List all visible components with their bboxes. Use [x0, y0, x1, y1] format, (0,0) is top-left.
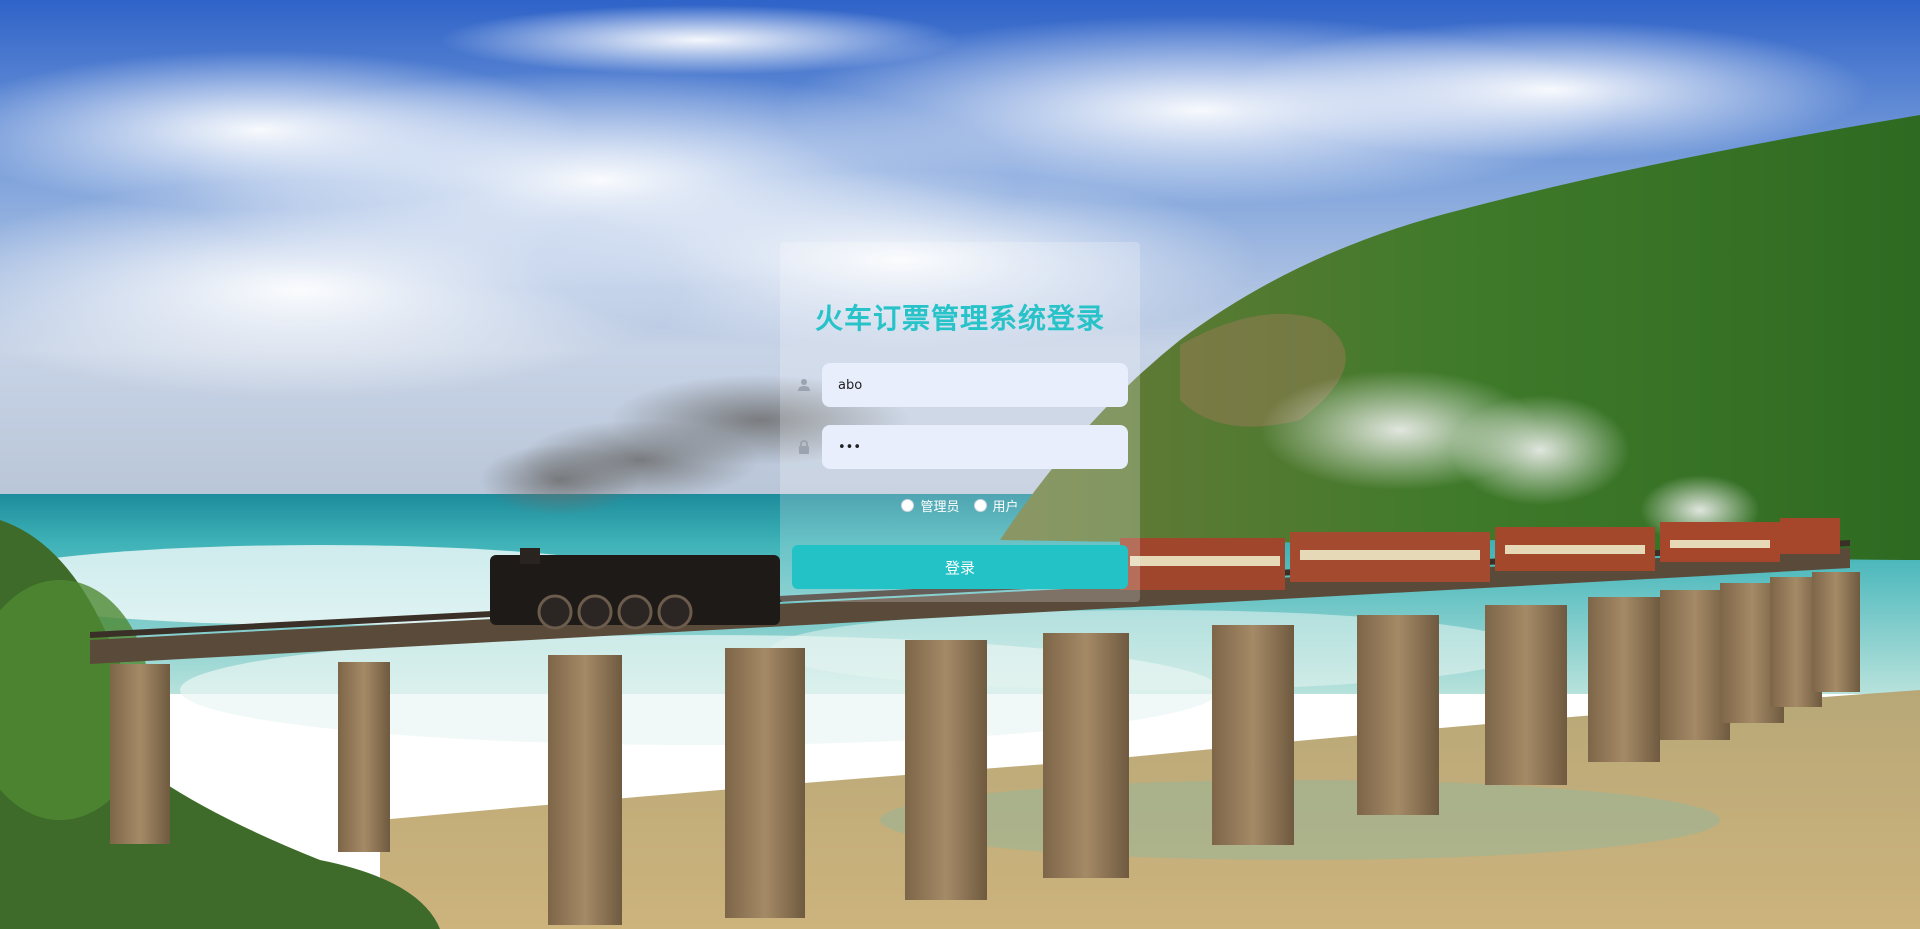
password-input[interactable]: [822, 425, 1128, 469]
role-label-admin: 管理员: [920, 499, 960, 515]
role-label-user: 用户: [992, 499, 1019, 515]
login-form: 火车订票管理系统登录 管理员: [780, 242, 1140, 602]
username-row: [794, 363, 1128, 407]
role-radio-user[interactable]: [973, 498, 987, 512]
lock-icon: [794, 437, 814, 457]
user-icon: [794, 375, 814, 395]
login-button[interactable]: 登录: [792, 545, 1128, 589]
password-row: [794, 425, 1128, 469]
username-input[interactable]: [822, 363, 1128, 407]
role-option-admin[interactable]: 管理员: [901, 496, 960, 515]
login-page: 火车订票管理系统登录 管理员: [0, 0, 1920, 929]
role-option-user[interactable]: 用户: [973, 496, 1019, 515]
role-selector: 管理员 用户: [780, 495, 1140, 515]
login-title: 火车订票管理系统登录: [814, 302, 1105, 335]
role-radio-admin[interactable]: [901, 498, 915, 512]
